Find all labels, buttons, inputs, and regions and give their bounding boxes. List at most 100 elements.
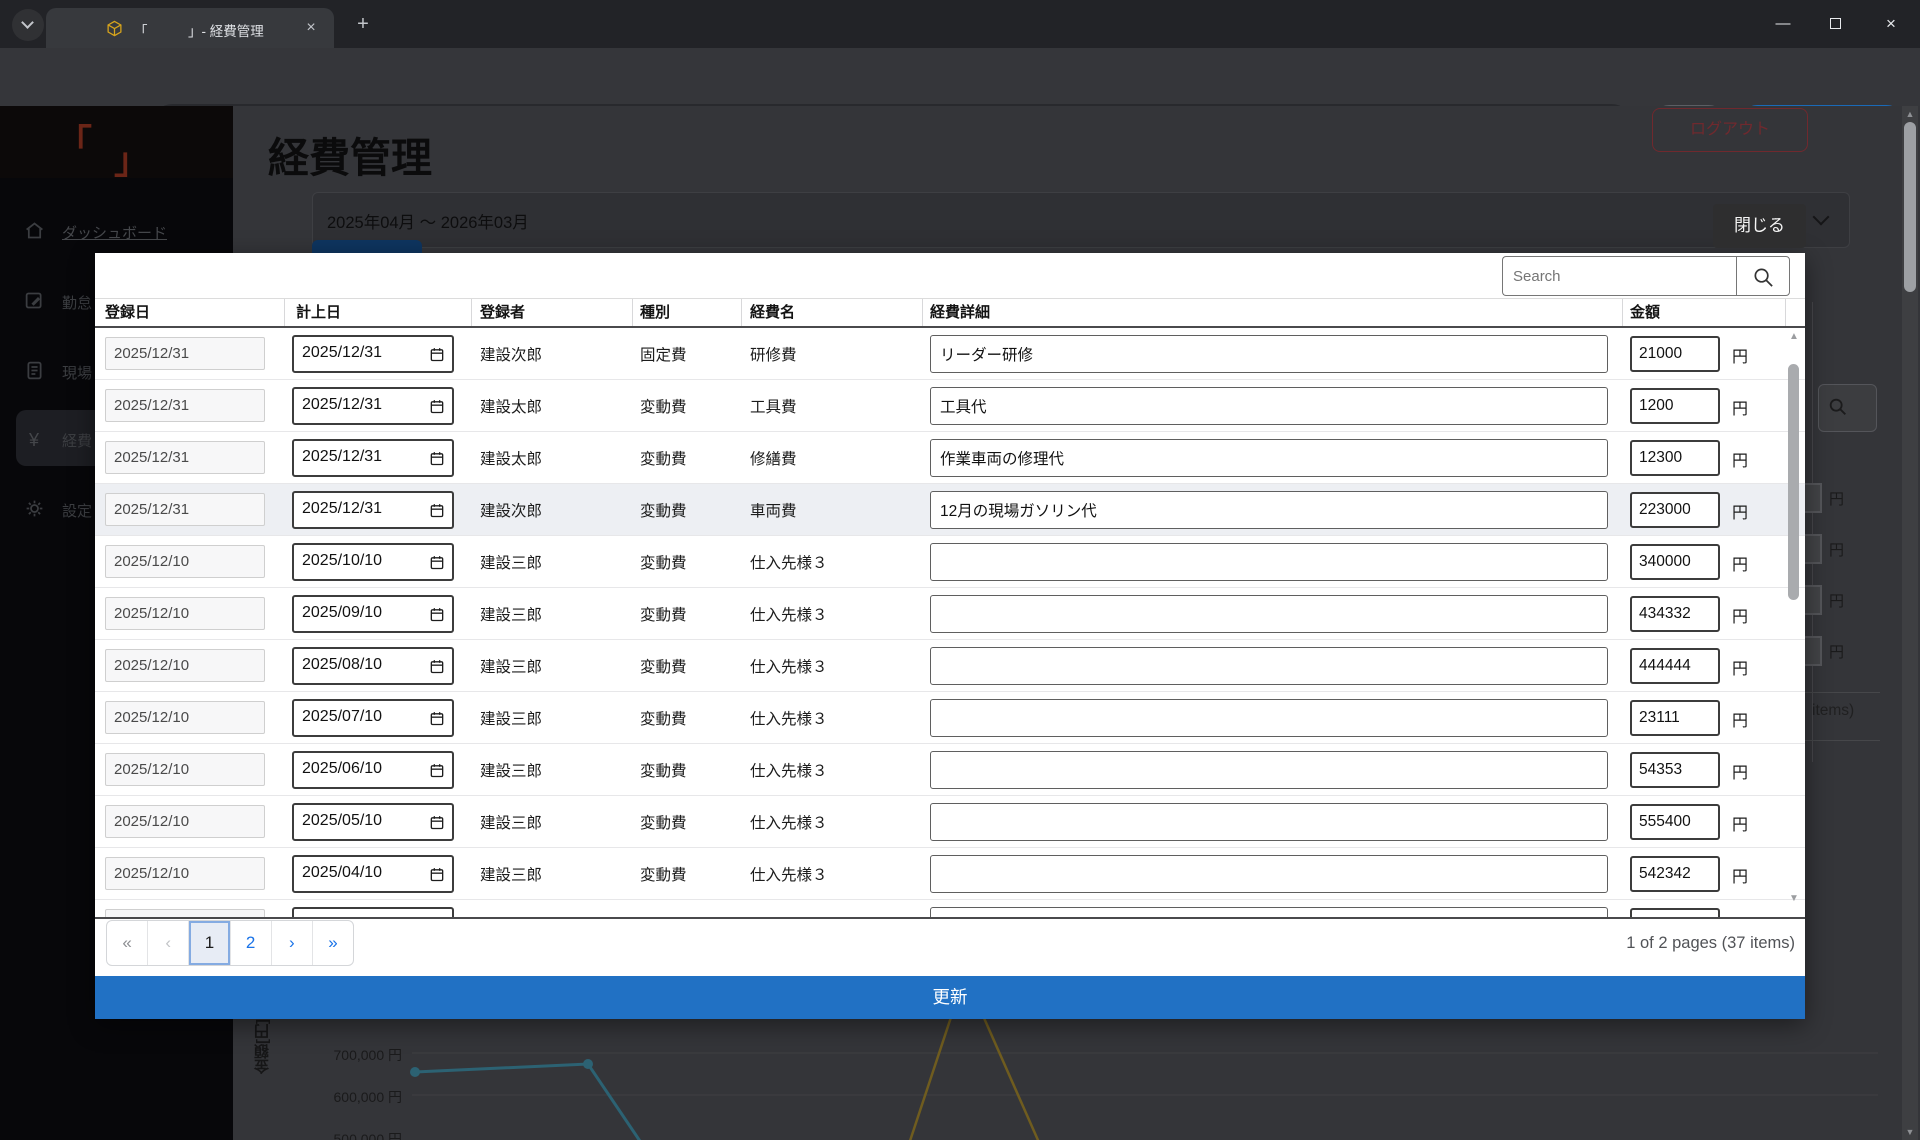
period-accordion[interactable]: 2025年04月 ～ 2026年03月 <box>312 192 1850 248</box>
scroll-down-icon[interactable]: ▼ <box>1786 893 1802 904</box>
recording-date-input[interactable]: 2025/12/31 <box>292 335 454 373</box>
calendar-icon[interactable] <box>429 502 445 519</box>
calendar-icon[interactable] <box>429 606 445 623</box>
app-page: 「 」 ダッシュボード勤怠現場¥経費設定 経費管理 ログアウト 2025年04月… <box>0 106 1920 1140</box>
scroll-up-icon[interactable]: ▲ <box>1902 109 1918 119</box>
column-separator <box>922 299 923 326</box>
registration-date-input[interactable] <box>105 753 265 786</box>
tab-strip: 「 」- 経費管理 × + — × <box>0 0 1920 48</box>
recording-date-input[interactable]: 2025/04/10 <box>292 855 454 893</box>
scroll-down-icon[interactable]: ▼ <box>1902 1127 1918 1137</box>
calendar-icon[interactable] <box>429 866 445 883</box>
background-input-fragment <box>1805 636 1822 666</box>
table-row: 2025/10/10建設三郎変動費仕入先様３円 <box>95 536 1805 588</box>
maximize-icon <box>1830 18 1841 29</box>
calendar-icon[interactable] <box>429 762 445 779</box>
new-tab-button[interactable]: + <box>350 12 376 38</box>
recording-date-input[interactable]: 2025/12/31 <box>292 387 454 425</box>
amount-input[interactable] <box>1630 544 1720 580</box>
registration-date-input[interactable] <box>105 857 265 890</box>
recording-date-input[interactable]: 2025/12/31 <box>292 439 454 477</box>
expense-detail-input[interactable] <box>930 543 1608 581</box>
expense-detail-input[interactable] <box>930 803 1608 841</box>
sidebar-item-dashboard[interactable]: ダッシュボード <box>0 206 233 258</box>
update-button[interactable]: 更新 <box>95 976 1805 1019</box>
pagination-first-button[interactable]: « <box>107 921 148 965</box>
registration-date-input[interactable] <box>105 389 265 422</box>
calendar-icon[interactable] <box>429 450 445 467</box>
search-button[interactable] <box>1736 256 1790 296</box>
registration-date-input[interactable] <box>105 909 265 917</box>
calendar-icon[interactable] <box>429 710 445 727</box>
recording-date-input[interactable]: 2025/07/10 <box>292 699 454 737</box>
recording-date-input[interactable]: 2025/08/10 <box>292 647 454 685</box>
amount-input[interactable] <box>1630 648 1720 684</box>
expense-detail-input[interactable] <box>930 907 1608 917</box>
yen-unit-label: 円 <box>1732 447 1748 471</box>
amount-input[interactable] <box>1630 440 1720 476</box>
page-scrollbar-thumb[interactable] <box>1904 122 1916 292</box>
expense-detail-input[interactable] <box>930 439 1608 477</box>
recording-date-input[interactable]: 2025/10/10 <box>292 543 454 581</box>
expense-name-cell: 仕入先様３ <box>750 603 828 625</box>
tab-search-button[interactable] <box>12 9 44 41</box>
app-logo: 「 」 <box>0 106 233 178</box>
pagination-page-2[interactable]: 2 <box>231 921 272 965</box>
browser-tab[interactable]: 「 」- 経費管理 × <box>46 8 334 48</box>
recording-date-input[interactable]: 2025/06/10 <box>292 751 454 789</box>
pagination-info: 1 of 2 pages (37 items) <box>1395 920 1795 966</box>
calendar-icon[interactable] <box>429 814 445 831</box>
amount-input[interactable] <box>1630 700 1720 736</box>
window-minimize-button[interactable]: — <box>1760 0 1806 48</box>
expense-detail-input[interactable] <box>930 855 1608 893</box>
table-scrollbar-thumb[interactable] <box>1788 364 1799 600</box>
expense-detail-input[interactable] <box>930 647 1608 685</box>
calendar-icon[interactable] <box>429 658 445 675</box>
page-scrollbar[interactable]: ▲ ▼ <box>1902 106 1918 1140</box>
amount-input[interactable] <box>1630 336 1720 372</box>
date-value: 2025/12/31 <box>302 500 382 518</box>
expense-detail-input[interactable] <box>930 387 1608 425</box>
scroll-up-icon[interactable]: ▲ <box>1786 331 1802 342</box>
recording-date-input[interactable]: 2025/12/31 <box>292 491 454 529</box>
pagination-next-button[interactable]: › <box>272 921 313 965</box>
amount-input[interactable] <box>1630 596 1720 632</box>
registration-date-input[interactable] <box>105 701 265 734</box>
window-close-button[interactable]: × <box>1868 0 1914 48</box>
calendar-icon[interactable] <box>429 554 445 571</box>
amount-input[interactable] <box>1630 908 1720 917</box>
registration-date-input[interactable] <box>105 337 265 370</box>
registration-date-input[interactable] <box>105 441 265 474</box>
expense-detail-input[interactable] <box>930 491 1608 529</box>
recording-date-input[interactable]: 2025/09/10 <box>292 595 454 633</box>
pagination-page-1[interactable]: 1 <box>189 921 230 965</box>
registration-date-input[interactable] <box>105 597 265 630</box>
background-input-fragment <box>1805 585 1822 615</box>
search-input[interactable] <box>1502 256 1736 296</box>
table-row: 2025/12/31建設次郎固定費研修費円 <box>95 328 1805 380</box>
amount-input[interactable] <box>1630 492 1720 528</box>
close-modal-button[interactable]: 閉じる <box>1713 204 1806 248</box>
amount-input[interactable] <box>1630 388 1720 424</box>
amount-input[interactable] <box>1630 752 1720 788</box>
tab-close-icon[interactable]: × <box>300 17 322 39</box>
pagination-prev-button[interactable]: ‹ <box>148 921 189 965</box>
amount-input[interactable] <box>1630 804 1720 840</box>
logout-button[interactable]: ログアウト <box>1652 108 1808 152</box>
expense-detail-input[interactable] <box>930 595 1608 633</box>
registration-date-input[interactable] <box>105 493 265 526</box>
registration-date-input[interactable] <box>105 805 265 838</box>
amount-input[interactable] <box>1630 856 1720 892</box>
pagination-last-button[interactable]: » <box>313 921 353 965</box>
registration-date-input[interactable] <box>105 545 265 578</box>
browser-chrome: 「 」- 経費管理 × + — × ← → ↻ kensetsu-tool.co… <box>0 0 1920 106</box>
recording-date-input[interactable]: 2025/05/10 <box>292 803 454 841</box>
registration-date-input[interactable] <box>105 649 265 682</box>
expense-detail-input[interactable] <box>930 751 1608 789</box>
expense-detail-input[interactable] <box>930 335 1608 373</box>
expense-detail-input[interactable] <box>930 699 1608 737</box>
window-maximize-button[interactable] <box>1812 0 1858 48</box>
recording-date-input[interactable] <box>292 907 454 917</box>
calendar-icon[interactable] <box>429 346 445 363</box>
calendar-icon[interactable] <box>429 398 445 415</box>
